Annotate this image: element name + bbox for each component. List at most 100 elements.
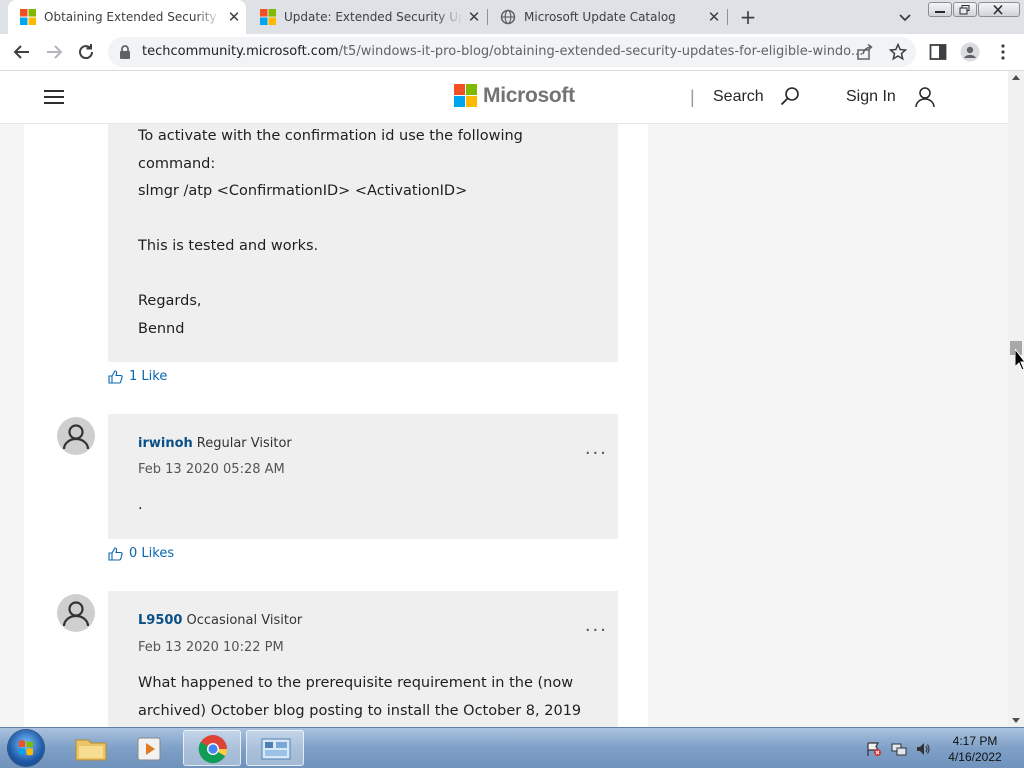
author-rank: Regular Visitor xyxy=(196,436,292,451)
site-header: Microsoft | Search Sign In xyxy=(0,71,1008,124)
like-button[interactable]: 0 Likes xyxy=(108,546,174,561)
network-icon[interactable] xyxy=(891,741,907,757)
tab-title: Obtaining Extended Security Upd xyxy=(44,10,222,24)
tab-obtaining-esu[interactable]: Obtaining Extended Security Upd ✕ xyxy=(8,0,246,34)
close-tab-icon[interactable]: ✕ xyxy=(702,8,726,26)
reply-date: Feb 13 2020 05:28 AM xyxy=(138,462,285,477)
lock-icon[interactable] xyxy=(118,44,132,60)
page-viewport: Microsoft | Search Sign In To activate w… xyxy=(0,71,1008,727)
thumbs-up-icon xyxy=(108,369,123,384)
back-arrow-icon[interactable] xyxy=(9,39,35,65)
search-link[interactable]: Search xyxy=(713,88,764,106)
browser-toolbar: techcommunity.microsoft.com/t5/windows-i… xyxy=(0,34,1024,71)
thumbs-up-icon xyxy=(108,546,123,561)
search-icon[interactable] xyxy=(779,86,801,108)
url-path: /t5/windows-it-pro-blog/obtaining-extend… xyxy=(338,44,864,59)
reply-card: irwinoh Regular Visitor ... Feb 13 2020 0… xyxy=(108,414,618,539)
reply-line xyxy=(138,261,523,289)
page-scrollbar[interactable] xyxy=(1008,71,1024,727)
microsoft-logo-icon xyxy=(260,9,276,25)
close-window-icon[interactable] xyxy=(978,2,1020,17)
reply-card: L9500 Occasional Visitor ... Feb 13 2020 … xyxy=(108,591,618,727)
tab-update-catalog[interactable]: Microsoft Update Catalog ✕ xyxy=(488,0,726,34)
profile-avatar-icon[interactable] xyxy=(960,42,980,62)
reply-body: To activate with the confirmation id use… xyxy=(108,124,618,362)
microsoft-brand-name[interactable]: Microsoft xyxy=(483,84,575,108)
author-line: irwinoh Regular Visitor xyxy=(138,436,292,451)
reply-line: This is tested and works. xyxy=(138,238,319,254)
system-clock[interactable]: 4:17 PM 4/16/2022 xyxy=(940,733,1010,765)
tab-search-chevron-icon[interactable] xyxy=(895,7,915,27)
reply-line: What happened to the prerequisite requir… xyxy=(138,675,574,691)
user-avatar-icon xyxy=(62,424,90,450)
taskbar-explorer[interactable] xyxy=(62,730,120,766)
author-line: L9500 Occasional Visitor xyxy=(138,613,302,628)
globe-icon xyxy=(500,9,516,25)
close-tab-icon[interactable]: ✕ xyxy=(222,8,246,26)
url-host: techcommunity.microsoft.com xyxy=(142,44,339,59)
tab-update-esu[interactable]: Update: Extended Security Updat ✕ xyxy=(248,0,486,34)
windows-taskbar: 4:17 PM 4/16/2022 xyxy=(0,727,1024,768)
minimize-window-icon[interactable] xyxy=(928,2,952,17)
clock-date: 4/16/2022 xyxy=(948,750,1002,764)
reply-line: To activate with the confirmation id use… xyxy=(138,128,523,144)
taskbar-chrome[interactable] xyxy=(183,730,241,766)
header-divider: | xyxy=(690,87,695,107)
avatar[interactable] xyxy=(57,594,95,632)
close-tab-icon[interactable]: ✕ xyxy=(462,8,486,26)
author-name[interactable]: L9500 xyxy=(138,613,182,628)
reply-line: Bennd xyxy=(138,320,185,337)
media-player-icon xyxy=(137,737,161,761)
author-rank: Occasional Visitor xyxy=(186,613,303,628)
microsoft-logo-icon xyxy=(20,9,36,25)
side-panel-icon[interactable] xyxy=(928,42,948,62)
avatar[interactable] xyxy=(57,417,95,455)
like-count[interactable]: 0 Likes xyxy=(129,546,174,561)
reply-text: What happened to the prerequisite requir… xyxy=(138,670,581,725)
user-avatar-icon xyxy=(62,601,90,627)
tab-separator xyxy=(727,9,728,25)
browser-tab-strip: Obtaining Extended Security Upd ✕ Update… xyxy=(0,0,1024,34)
reply-options-icon[interactable]: ... xyxy=(585,615,608,636)
reply-line: slmgr /atp <ConfirmationID> <ActivationI… xyxy=(138,183,468,199)
control-panel-icon xyxy=(261,738,291,760)
reload-icon[interactable] xyxy=(73,39,99,65)
restore-window-icon[interactable] xyxy=(953,2,977,17)
sign-in-link[interactable]: Sign In xyxy=(846,88,896,106)
reply-line xyxy=(138,206,523,234)
forward-arrow-icon[interactable] xyxy=(41,39,67,65)
kebab-menu-icon[interactable] xyxy=(993,42,1013,62)
url-text: techcommunity.microsoft.com/t5/windows-i… xyxy=(142,44,863,59)
mouse-cursor-icon xyxy=(1015,349,1024,371)
author-name[interactable]: irwinoh xyxy=(138,436,193,451)
windows-explorer-icon xyxy=(75,739,107,761)
share-icon[interactable] xyxy=(856,43,874,61)
reply-line: command: xyxy=(138,155,216,172)
comments-column: To activate with the confirmation id use… xyxy=(24,124,648,727)
reply-text: . xyxy=(138,492,143,520)
address-bar[interactable]: techcommunity.microsoft.com/t5/windows-i… xyxy=(108,37,916,67)
taskbar-media-player[interactable] xyxy=(122,730,180,766)
reply-line: archived) October blog posting to instal… xyxy=(138,702,582,719)
reply-line: . xyxy=(138,497,143,513)
action-center-flag-icon[interactable] xyxy=(866,741,882,757)
hamburger-menu-icon[interactable] xyxy=(44,90,64,104)
user-account-icon[interactable] xyxy=(914,86,936,108)
new-tab-icon[interactable]: + xyxy=(736,5,760,29)
reply-line: Regards, xyxy=(138,293,202,309)
bookmark-star-icon[interactable] xyxy=(889,43,907,61)
like-count[interactable]: 1 Like xyxy=(129,369,167,384)
like-button[interactable]: 1 Like xyxy=(108,369,167,384)
tab-title: Microsoft Update Catalog xyxy=(524,10,676,24)
start-button-icon[interactable] xyxy=(8,730,44,766)
scroll-down-icon[interactable] xyxy=(1012,718,1020,723)
reply-options-icon[interactable]: ... xyxy=(585,438,608,459)
clock-time: 4:17 PM xyxy=(952,734,998,748)
reply-text: To activate with the confirmation id use… xyxy=(138,123,523,343)
microsoft-logo-icon[interactable] xyxy=(454,84,477,107)
taskbar-control-panel[interactable] xyxy=(246,730,304,766)
scroll-up-icon[interactable] xyxy=(1012,75,1020,80)
tab-title: Update: Extended Security Updat xyxy=(284,10,462,24)
volume-icon[interactable] xyxy=(915,741,931,757)
chrome-icon xyxy=(198,735,227,764)
